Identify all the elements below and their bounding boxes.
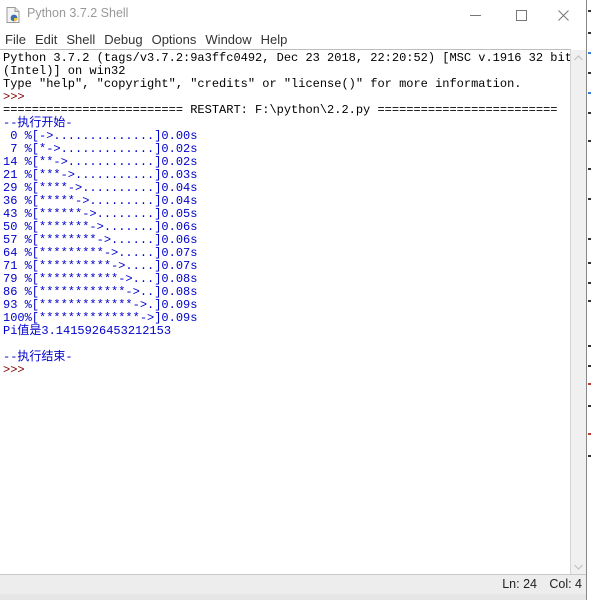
minimize-button[interactable] xyxy=(452,0,498,30)
menu-bar: File Edit Shell Debug Options Window Hel… xyxy=(0,30,586,49)
status-bar: Ln: 24 Col: 4 xyxy=(0,574,586,595)
menu-options[interactable]: Options xyxy=(147,30,201,49)
close-icon xyxy=(557,9,569,21)
shell-output: Python 3.7.2 (tags/v3.7.2:9a3ffc0492, De… xyxy=(3,52,570,377)
chevron-up-icon xyxy=(574,54,583,60)
idle-shell-window: Python 3.7.2 Shell File Edit Shell Debug… xyxy=(0,0,586,600)
close-button[interactable] xyxy=(540,0,586,30)
menu-shell[interactable]: Shell xyxy=(61,30,99,49)
program-output-line: Pi值是3.1415926453212153 xyxy=(3,324,172,338)
window-title: Python 3.7.2 Shell xyxy=(27,6,129,20)
menu-edit[interactable]: Edit xyxy=(30,30,61,49)
shell-prompt-line: >>> xyxy=(3,363,32,377)
minimize-icon xyxy=(469,14,481,16)
title-bar[interactable]: Python 3.7.2 Shell xyxy=(0,0,586,30)
menu-file[interactable]: File xyxy=(0,30,30,49)
status-line-number: Ln: 24 xyxy=(502,577,537,591)
scroll-up-button[interactable] xyxy=(571,50,586,65)
program-output-line: --执行结束- xyxy=(3,350,73,364)
shell-banner-line: Type "help", "copyright", "credits" or "… xyxy=(3,77,522,91)
chevron-down-icon xyxy=(574,564,583,570)
program-output-line xyxy=(3,338,570,351)
shell-banner-line: ========================= RESTART: F:\py… xyxy=(3,103,558,117)
window-bottom-edge xyxy=(0,594,586,600)
menu-debug[interactable]: Debug xyxy=(99,30,146,49)
maximize-icon xyxy=(515,9,527,21)
scroll-down-button[interactable] xyxy=(571,559,586,574)
maximize-button[interactable] xyxy=(498,0,544,30)
vertical-scrollbar[interactable] xyxy=(571,50,586,574)
menu-help[interactable]: Help xyxy=(256,30,292,49)
background-window-edge xyxy=(586,0,591,600)
shell-text-area[interactable]: Python 3.7.2 (tags/v3.7.2:9a3ffc0492, De… xyxy=(0,49,571,575)
status-column-number: Col: 4 xyxy=(549,577,582,591)
python-app-icon xyxy=(6,7,20,23)
menu-window[interactable]: Window xyxy=(200,30,255,49)
